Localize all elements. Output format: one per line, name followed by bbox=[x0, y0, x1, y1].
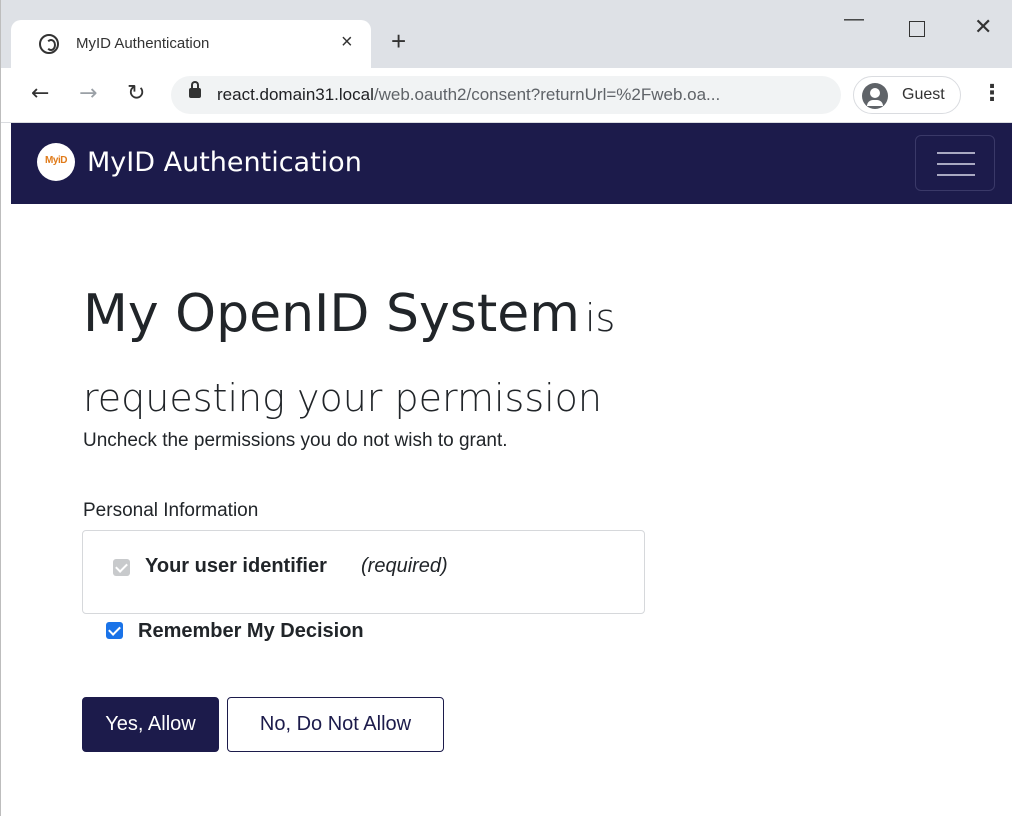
browser-menu-icon[interactable]: ⋮ bbox=[981, 82, 1003, 106]
forward-icon[interactable]: → bbox=[79, 82, 97, 106]
brand-logo-text: MyiD bbox=[45, 155, 67, 166]
url-text[interactable]: react.domain31.local/web.oauth2/consent?… bbox=[217, 85, 720, 105]
deny-button[interactable]: No, Do Not Allow bbox=[227, 697, 444, 752]
browser-tab[interactable]: MyID Authentication × bbox=[11, 20, 371, 68]
lock-icon[interactable] bbox=[189, 81, 201, 98]
browser-toolbar: ← → ↻ react.domain31.local/web.oauth2/co… bbox=[1, 68, 1012, 123]
reload-icon[interactable]: ↻ bbox=[127, 82, 145, 106]
minimize-icon[interactable]: — bbox=[844, 8, 864, 31]
scope-required-note: (required) bbox=[361, 555, 448, 577]
scope-group-label: Personal Information bbox=[83, 500, 259, 521]
scope-checkbox-user-identifier bbox=[113, 559, 130, 576]
address-bar[interactable]: react.domain31.local/web.oauth2/consent?… bbox=[171, 76, 841, 114]
url-host: react.domain31.local bbox=[217, 85, 374, 104]
url-path: /web.oauth2/consent?returnUrl=%2Fweb.oa.… bbox=[373, 85, 721, 104]
tab-title: MyID Authentication bbox=[76, 35, 210, 52]
scope-list: Your user identifier (required) bbox=[82, 530, 645, 614]
remember-decision-label[interactable]: Remember My Decision bbox=[138, 620, 364, 643]
maximize-icon[interactable] bbox=[909, 21, 925, 37]
window-close-icon[interactable]: ✕ bbox=[974, 14, 992, 40]
page-title: My OpenID System is requesting your perm… bbox=[83, 278, 683, 442]
page-subtitle: Uncheck the permissions you do not wish … bbox=[83, 430, 508, 451]
allow-button[interactable]: Yes, Allow bbox=[82, 697, 219, 752]
brand-name[interactable]: MyID Authentication bbox=[87, 147, 362, 178]
browser-window: MyID Authentication × + — ✕ ← → ↻ react.… bbox=[0, 0, 1012, 816]
new-tab-button[interactable]: + bbox=[391, 28, 406, 54]
scope-name: Your user identifier bbox=[145, 555, 327, 577]
profile-label: Guest bbox=[902, 86, 945, 103]
tab-strip: MyID Authentication × + — ✕ bbox=[1, 0, 1012, 68]
guest-profile-icon bbox=[862, 83, 888, 109]
app-navbar: MyiD MyID Authentication bbox=[11, 123, 1012, 204]
profile-button[interactable]: Guest bbox=[853, 76, 961, 114]
tab-favicon-icon bbox=[39, 34, 59, 54]
hamburger-menu-icon[interactable] bbox=[915, 135, 995, 191]
back-icon[interactable]: ← bbox=[31, 82, 49, 106]
tab-close-icon[interactable]: × bbox=[341, 31, 353, 54]
remember-decision-checkbox[interactable] bbox=[106, 622, 123, 639]
brand-logo[interactable]: MyiD bbox=[37, 143, 75, 181]
client-app-name: My OpenID System bbox=[83, 284, 580, 344]
